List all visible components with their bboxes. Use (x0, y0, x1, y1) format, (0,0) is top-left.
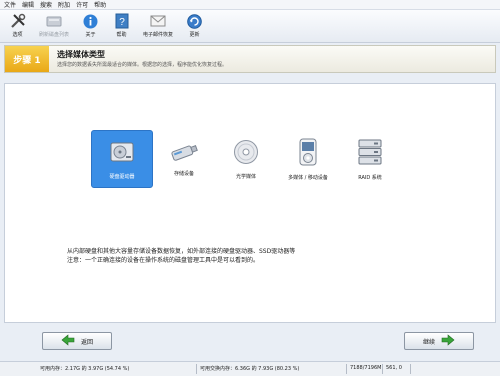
info-icon (82, 13, 100, 29)
update-label: 更新 (189, 32, 200, 38)
device-label: RAID 系统 (358, 174, 382, 181)
step-header: 步骤 1 选择媒体类型 选择您的数据丢失所需最适合的媒体。根据您的选择，程序能优… (4, 45, 496, 73)
tools-icon (9, 13, 27, 29)
email-icon (149, 13, 167, 29)
update-icon (186, 13, 204, 29)
menu-addons[interactable]: 附加 (58, 0, 70, 9)
info-line-1: 从内部硬盘和其他大容量存储设备数据恢复，如外部连接的硬盘驱动器、SSD驱动器等 (67, 248, 296, 255)
step-title: 选择媒体类型 (57, 50, 105, 59)
menu-bar: 文件 编辑 搜索 附加 许可 帮助 (0, 0, 500, 10)
device-optical[interactable]: 光学媒体 (215, 130, 277, 188)
device-label: 多媒体 / 移动设备 (288, 174, 328, 181)
help-icon: ? (113, 13, 131, 29)
info-line-2: 注意：一个正确连接的设备在操作系统的磁盘管理工具中是可以看到的。 (67, 257, 260, 264)
usb-storage-icon (169, 142, 199, 164)
menu-edit[interactable]: 编辑 (22, 0, 34, 9)
status-swap: 可用交换内存：6.36G 的 7.93G (80.23 %) (200, 366, 300, 372)
device-info-text: 从内部硬盘和其他大容量存储设备数据恢复，如外部连接的硬盘驱动器、SSD驱动器等 … (67, 247, 447, 265)
wizard-footer: 返回 继续 (4, 326, 496, 356)
status-memory: 可用内存：2.17G 的 3.97G (54.74 %) (40, 366, 130, 372)
menu-search[interactable]: 搜索 (40, 0, 52, 9)
next-arrow-icon (435, 334, 455, 348)
hard-drive-icon (109, 139, 135, 167)
email-recovery-label: 电子邮件恢复 (142, 32, 173, 38)
email-recovery-button[interactable]: 电子邮件恢复 (139, 10, 177, 42)
next-label: 继续 (422, 338, 435, 346)
step-number-badge: 步骤 1 (5, 46, 49, 72)
svg-text:?: ? (119, 17, 125, 28)
status-divider (346, 364, 347, 374)
step-description: 选择您的数据丢失所需最适合的媒体。根据您的选择，程序能优化恢复过程。 (57, 62, 228, 68)
raid-icon (357, 138, 383, 168)
device-label: 光学媒体 (235, 173, 256, 180)
status-divider (382, 364, 383, 374)
next-button[interactable]: 继续 (404, 332, 474, 350)
media-selection-panel: 硬盘驱动器 存储设备 光学媒体 多媒体 / 移动设备 RAID 系统 从内部硬盘… (4, 83, 496, 323)
device-list: 硬盘驱动器 存储设备 光学媒体 多媒体 / 移动设备 RAID 系统 (91, 130, 401, 188)
refresh-disks-icon (45, 13, 63, 29)
device-hard-drive[interactable]: 硬盘驱动器 (91, 130, 153, 188)
device-raid[interactable]: RAID 系统 (339, 130, 401, 188)
refresh-disks-label: 刷新磁盘列表 (38, 32, 69, 38)
options-button[interactable]: 选项 (4, 10, 31, 42)
toolbar: 选项 刷新磁盘列表 关于 ? 帮助 电子邮件恢复 更新 (0, 10, 500, 43)
device-label: 存储设备 (173, 170, 194, 177)
back-label: 返回 (80, 338, 93, 346)
optical-disc-icon (233, 139, 259, 167)
status-mem2: 7188/7196M (350, 365, 382, 371)
back-button[interactable]: 返回 (42, 332, 112, 350)
options-label: 选项 (12, 32, 23, 38)
status-bar: 可用内存：2.17G 的 3.97G (54.74 %) 可用交换内存：6.36… (0, 361, 500, 376)
menu-file[interactable]: 文件 (4, 0, 16, 9)
device-label: 硬盘驱动器 (109, 173, 135, 180)
refresh-disks-button[interactable]: 刷新磁盘列表 (35, 10, 73, 42)
device-storage[interactable]: 存储设备 (153, 130, 215, 188)
help-label: 帮助 (116, 32, 127, 38)
about-button[interactable]: 关于 (77, 10, 104, 42)
menu-help[interactable]: 帮助 (94, 0, 106, 9)
status-divider (410, 364, 411, 374)
status-coords: 561, 0 (386, 365, 402, 371)
device-multimedia[interactable]: 多媒体 / 移动设备 (277, 130, 339, 188)
update-button[interactable]: 更新 (181, 10, 208, 42)
back-arrow-icon (61, 334, 81, 348)
media-player-icon (298, 138, 318, 168)
about-label: 关于 (85, 32, 96, 38)
help-button[interactable]: ? 帮助 (108, 10, 135, 42)
menu-license[interactable]: 许可 (76, 0, 88, 9)
status-divider (196, 364, 197, 374)
